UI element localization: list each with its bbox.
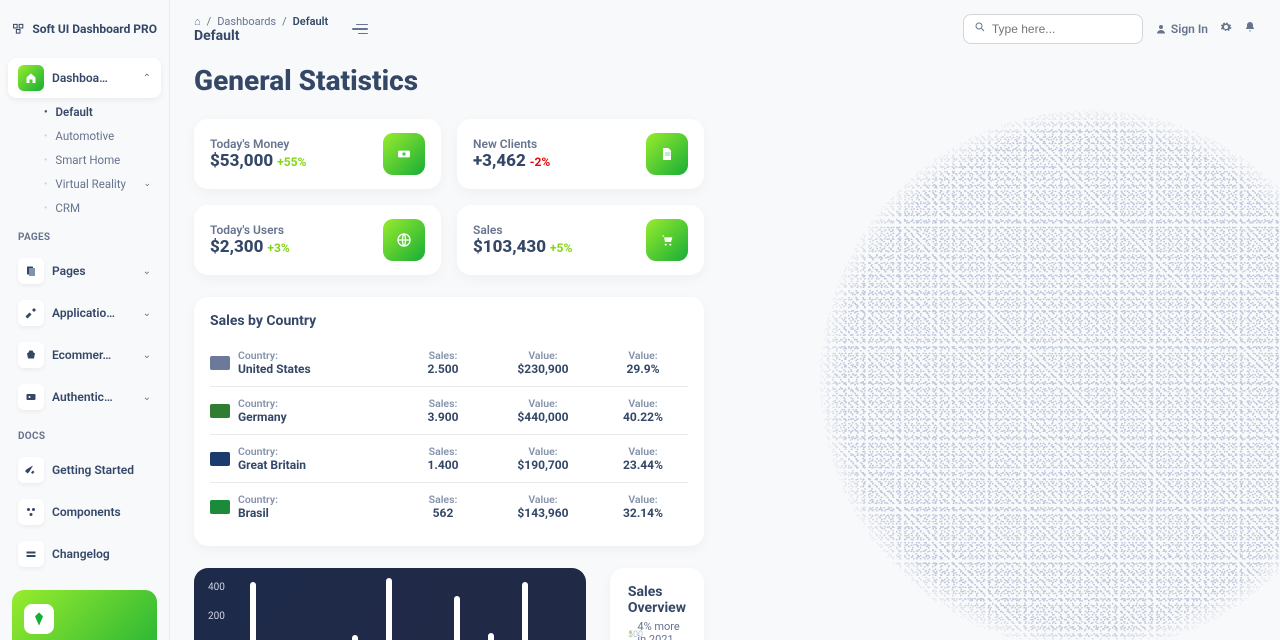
subnav-smart-home[interactable]: Smart Home [8, 148, 161, 172]
subnav-crm[interactable]: CRM [8, 196, 161, 220]
stat-delta: +3% [267, 241, 289, 255]
components-icon [18, 499, 44, 525]
sidebar: Soft UI Dashboard PRO Dashboa… ⌃ Default… [0, 0, 170, 640]
subnav-automotive[interactable]: Automotive [8, 124, 161, 148]
brand-text: Soft UI Dashboard PRO [32, 22, 157, 36]
rocket-icon [18, 457, 44, 483]
overview-sparkline: 500 300 [628, 630, 644, 640]
signin-link[interactable]: Sign In [1155, 22, 1208, 36]
chevron-down-icon: ⌄ [143, 392, 151, 403]
cart-icon [646, 219, 688, 261]
diamond-icon [24, 604, 54, 634]
crumb-current: Default [293, 15, 329, 28]
chevron-up-icon: ⌃ [143, 73, 151, 84]
stat-delta: -2% [530, 155, 550, 169]
bar [454, 596, 460, 640]
stat-label: Today's Users [210, 223, 371, 237]
bar [522, 582, 528, 640]
nav-authentication[interactable]: Authentic… ⌄ [8, 377, 161, 417]
stat-label: Today's Money [210, 137, 371, 151]
wrench-icon [18, 300, 44, 326]
nav-applications[interactable]: Applicatio… ⌄ [8, 293, 161, 333]
subnav-default[interactable]: Default [8, 100, 161, 124]
nav-dashboards-label: Dashboa… [52, 71, 135, 85]
sales-by-country-panel: Sales by Country Country:United States S… [194, 297, 704, 546]
nav-ecommerce[interactable]: Ecommer… ⌄ [8, 335, 161, 375]
help-card[interactable]: Need help? Please check our docs [12, 590, 157, 640]
section-docs: DOCS [8, 419, 161, 448]
stat-card: Today's Users $2,300 +3% [194, 205, 441, 275]
id-icon [18, 384, 44, 410]
overview-title: Sales Overview [628, 584, 686, 616]
nav-changelog[interactable]: Changelog [8, 534, 161, 574]
stat-card: Today's Money $53,000 +55% [194, 119, 441, 189]
sales-table-title: Sales by Country [210, 313, 688, 329]
table-row: Country:Germany Sales:3.900 Value:$440,0… [210, 387, 688, 435]
bar [352, 635, 358, 640]
chevron-down-icon: ⌄ [143, 350, 151, 361]
crumb-group[interactable]: Dashboards [217, 15, 276, 28]
home-icon [18, 65, 44, 91]
stat-grid: Today's Money $53,000 +55% New Clients +3… [194, 119, 704, 275]
changelog-icon [18, 541, 44, 567]
stat-label: New Clients [473, 137, 634, 151]
search-icon [974, 21, 986, 37]
brand: Soft UI Dashboard PRO [8, 10, 161, 56]
user-icon [1155, 23, 1167, 35]
search-input[interactable] [992, 22, 1132, 36]
main-content: ⌂ / Dashboards / Default Default [170, 0, 1280, 640]
stat-value: $103,430 [473, 237, 546, 257]
table-row: Country:Brasil Sales:562 Value:$143,960 … [210, 483, 688, 530]
flag-icon [210, 356, 230, 370]
bar [386, 578, 392, 640]
nav-pages[interactable]: Pages ⌄ [8, 251, 161, 291]
document-icon [646, 133, 688, 175]
basket-icon [18, 342, 44, 368]
stat-card: New Clients +3,462 -2% [457, 119, 704, 189]
breadcrumb: ⌂ / Dashboards / Default [194, 15, 328, 28]
sales-overview-panel: Sales Overview ↑ 4% more in 2021 500 300 [610, 568, 704, 640]
stat-value: $2,300 [210, 237, 263, 257]
brand-logo-icon [12, 18, 24, 40]
bar [488, 633, 494, 640]
nav-components[interactable]: Components [8, 492, 161, 532]
heading: General Statistics [194, 64, 1256, 97]
search-box[interactable] [963, 14, 1143, 44]
globe-icon [383, 219, 425, 261]
bar-chart-bars [250, 578, 570, 640]
settings-icon[interactable] [1220, 21, 1232, 37]
bar-chart-yaxis: 400 200 [208, 582, 225, 640]
stat-value: +3,462 [473, 151, 526, 171]
home-icon[interactable]: ⌂ [194, 15, 201, 28]
page-icon [18, 258, 44, 284]
flag-icon [210, 452, 230, 466]
subnav-virtual-reality[interactable]: Virtual Reality⌄ [8, 172, 161, 196]
stat-value: $53,000 [210, 151, 273, 171]
flag-icon [210, 500, 230, 514]
table-row: Country:United States Sales:2.500 Value:… [210, 339, 688, 387]
chevron-down-icon: ⌄ [143, 308, 151, 319]
nav-dashboards[interactable]: Dashboa… ⌃ [8, 58, 161, 98]
chevron-down-icon: ⌄ [143, 179, 151, 189]
flag-icon [210, 404, 230, 418]
section-pages: PAGES [8, 220, 161, 249]
chevron-down-icon: ⌄ [143, 266, 151, 277]
sidebar-toggle-icon[interactable] [352, 24, 368, 35]
bell-icon[interactable] [1244, 21, 1256, 37]
stat-delta: +5% [550, 241, 572, 255]
nav-getting-started[interactable]: Getting Started [8, 450, 161, 490]
topbar: ⌂ / Dashboards / Default Default [194, 14, 1256, 44]
bar-chart-panel: 400 200 [194, 568, 586, 640]
page-title: Default [194, 28, 328, 44]
bar [250, 582, 256, 640]
stat-card: Sales $103,430 +5% [457, 205, 704, 275]
stat-delta: +55% [277, 155, 306, 169]
stat-label: Sales [473, 223, 634, 237]
banknote-icon [383, 133, 425, 175]
table-row: Country:Great Britain Sales:1.400 Value:… [210, 435, 688, 483]
